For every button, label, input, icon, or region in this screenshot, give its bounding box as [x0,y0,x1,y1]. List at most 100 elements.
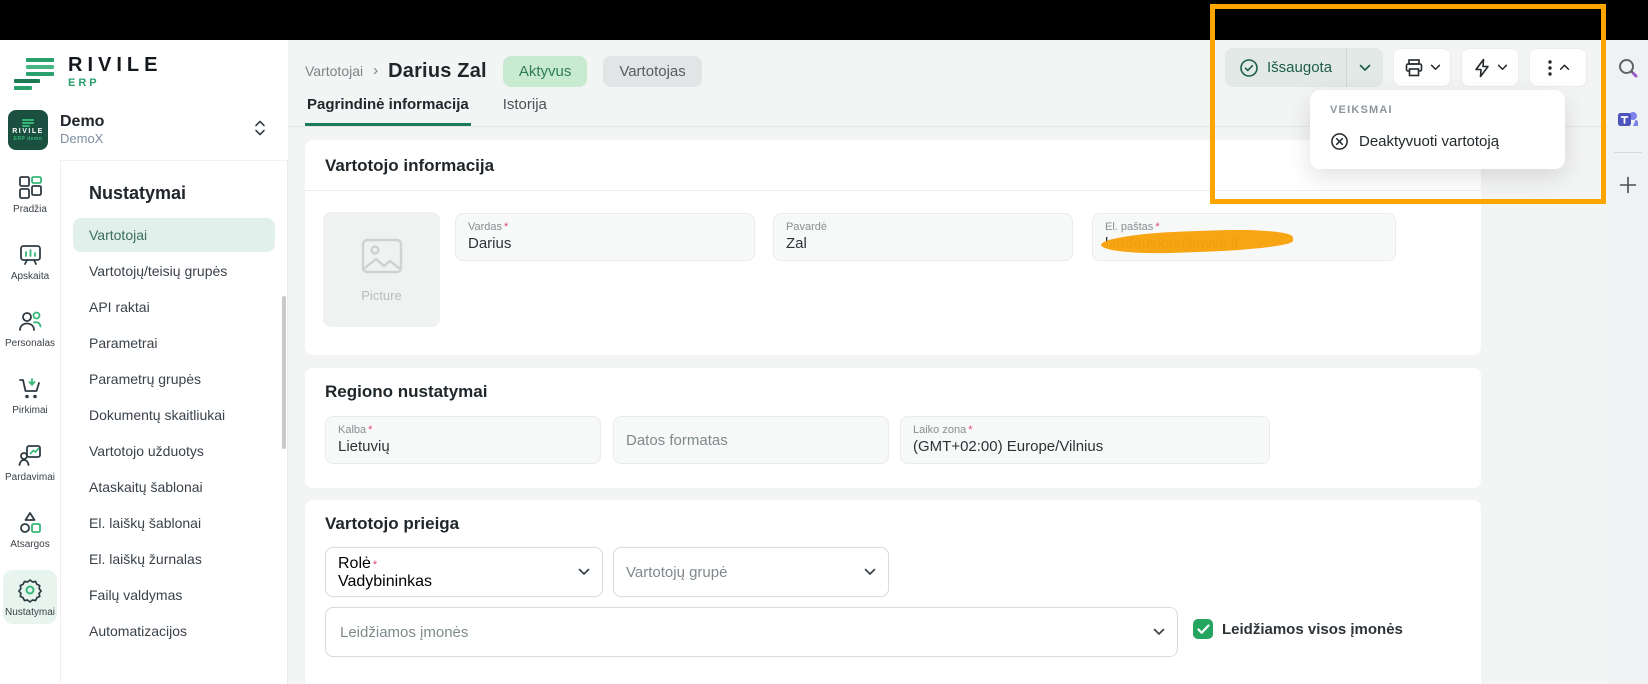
tab-pagrindine-informacija[interactable]: Pagrindinė informacija [305,96,471,126]
header-actions: Išsaugota [1225,48,1587,87]
breadcrumb-parent-link[interactable]: Vartotojai [305,63,363,79]
chevron-down-icon [578,563,590,581]
last-name-field[interactable]: Pavardė Zal [773,213,1073,261]
workspace-expander-icon[interactable] [254,119,266,142]
gear-icon [17,577,43,603]
status-badge-active: Aktyvus [503,56,588,87]
save-status-main[interactable]: Išsaugota [1225,48,1346,87]
all-companies-checkbox-label: Leidžiamos visos įmonės [1222,621,1403,638]
allowed-companies-select[interactable]: Leidžiamos įmonės [325,607,1178,657]
sidebar-item-api-raktai[interactable]: API raktai [73,290,275,324]
sidebar-item-dokumentu-skaitliukai[interactable]: Dokumentų skaitliukai [73,398,275,432]
all-companies-checkbox-row[interactable]: Leidžiamos visos įmonės [1193,619,1403,639]
email-field[interactable]: El. paštas* landauskas@rivile.lt [1092,213,1396,261]
date-format-field[interactable]: Datos formatas [613,416,889,464]
allowed-companies-placeholder: Leidžiamos įmonės [340,624,468,641]
sidebar-item-parametru-grupes[interactable]: Parametrų grupės [73,362,275,396]
divider [1614,152,1642,153]
actions-menu: VEIKSMAI Deaktyvuoti vartotoją [1310,90,1565,169]
first-name-field[interactable]: Vardas* Darius [455,213,755,261]
menu-item-label: Deaktyvuoti vartotoją [1359,133,1499,150]
workspace-subname: DemoX [60,131,104,147]
check-circle-icon [1239,58,1259,78]
checkbox-checked-icon[interactable] [1193,619,1213,639]
sidenav-scrollbar[interactable] [282,296,286,449]
picture-label: Picture [361,288,401,303]
date-format-placeholder: Datos formatas [626,432,728,449]
breadcrumb: Vartotojai › Darius Zal Aktyvus Vartotoj… [305,54,702,88]
rail-item-pradzia[interactable]: Pradžia [3,168,57,221]
search-icon [1617,57,1639,79]
required-marker: * [504,221,508,233]
workspace-switcher[interactable]: RIVILE ERP demo Demo DemoX [8,108,280,152]
first-name-value: Darius [468,235,742,252]
kebab-menu-icon [1547,58,1553,78]
browser-side-rail [1608,40,1648,684]
sidebar-item-failu-valdymas[interactable]: Failų valdymas [73,578,275,612]
language-field[interactable]: Kalba* Lietuvių [325,416,601,464]
chevron-down-icon [1153,623,1165,641]
role-badge: Vartotojas [603,56,701,87]
lightning-icon [1473,58,1491,78]
user-access-title: Vartotojo prieiga [305,500,1481,534]
rail-item-atsargos[interactable]: Atsargos [3,503,57,556]
save-dropdown-caret[interactable] [1347,48,1383,87]
browser-add-button[interactable] [1608,165,1648,205]
workspace-name: Demo [60,113,104,131]
teams-icon [1617,109,1639,131]
settings-sidenav: Nustatymai Vartotojai Vartotojų/teisių g… [60,160,288,684]
rivile-logo-icon [14,56,54,92]
timezone-field[interactable]: Laiko zona* (GMT+02:00) Europe/Vilnius [900,416,1270,464]
user-group-select[interactable]: Vartotojų grupė [613,547,889,597]
menu-item-deactivate-user[interactable]: Deaktyvuoti vartotoją [1310,124,1565,159]
cart-icon [17,376,43,401]
accounting-icon [18,242,43,267]
workspace-tile-icon: RIVILE ERP demo [8,110,48,150]
brand: RIVILE ERP [14,54,162,92]
rail-item-personalas[interactable]: Personalas [3,302,57,355]
printer-icon [1404,58,1424,78]
chevron-down-icon [1430,64,1441,71]
rail-item-pirkimai[interactable]: Pirkimai [3,369,57,422]
sidebar-item-parametrai[interactable]: Parametrai [73,326,275,360]
sidebar-item-el-laisku-sablonai[interactable]: El. laiškų šablonai [73,506,275,540]
rail-item-pardavimai[interactable]: Pardavimai [3,436,57,489]
user-group-placeholder: Vartotojų grupė [626,564,727,581]
role-select[interactable]: Rolė* Vadybininkas [325,547,603,597]
chevron-down-icon [864,563,876,581]
inventory-icon [17,510,43,535]
automation-button[interactable] [1461,48,1519,87]
rail-item-nustatymai[interactable]: Nustatymai [3,570,57,624]
page-title: Darius Zal [388,60,487,83]
sidebar-item-vartotojo-uzduotys[interactable]: Vartotojo užduotys [73,434,275,468]
image-placeholder-icon [359,236,405,276]
sidebar-item-vartotojai[interactable]: Vartotojai [73,218,275,252]
sidebar-item-ataskaitu-sablonai[interactable]: Ataskaitų šablonai [73,470,275,504]
save-status-button[interactable]: Išsaugota [1225,48,1383,87]
app-window: RIVILE ERP RIVILE ERP demo Demo DemoX [0,0,1648,684]
people-icon [17,309,43,334]
actions-menu-section-title: VEIKSMAI [1310,102,1565,124]
picture-upload[interactable]: Picture [323,212,440,327]
sidebar-item-el-laisku-zurnalas[interactable]: El. laiškų žurnalas [73,542,275,576]
rail-item-apskaita[interactable]: Apskaita [3,235,57,288]
region-settings-title: Regiono nustatymai [305,368,1481,402]
sidenav-title: Nustatymai [89,183,287,204]
chevron-up-icon [1559,64,1570,71]
chevron-down-icon [1359,64,1371,72]
required-marker: * [968,424,972,436]
tab-istorija[interactable]: Istorija [501,96,549,126]
save-status-label: Išsaugota [1267,59,1332,76]
sidebar-item-automatizacijos[interactable]: Automatizacijos [73,614,275,648]
teams-extension-button[interactable] [1608,100,1648,140]
required-marker: * [373,559,377,571]
browser-search-button[interactable] [1608,48,1648,88]
user-access-card: Vartotojo prieiga Rolė* Vadybininkas Var… [305,500,1481,684]
more-actions-button[interactable] [1529,48,1587,87]
sales-icon [17,443,43,468]
sidebar-item-vartotoju-teisiu-grupes[interactable]: Vartotojų/teisių grupės [73,254,275,288]
print-button[interactable] [1393,48,1451,87]
module-rail: Pradžia Apskaita Personalas [0,168,60,638]
language-value: Lietuvių [338,438,588,455]
breadcrumb-separator-icon: › [373,62,378,79]
